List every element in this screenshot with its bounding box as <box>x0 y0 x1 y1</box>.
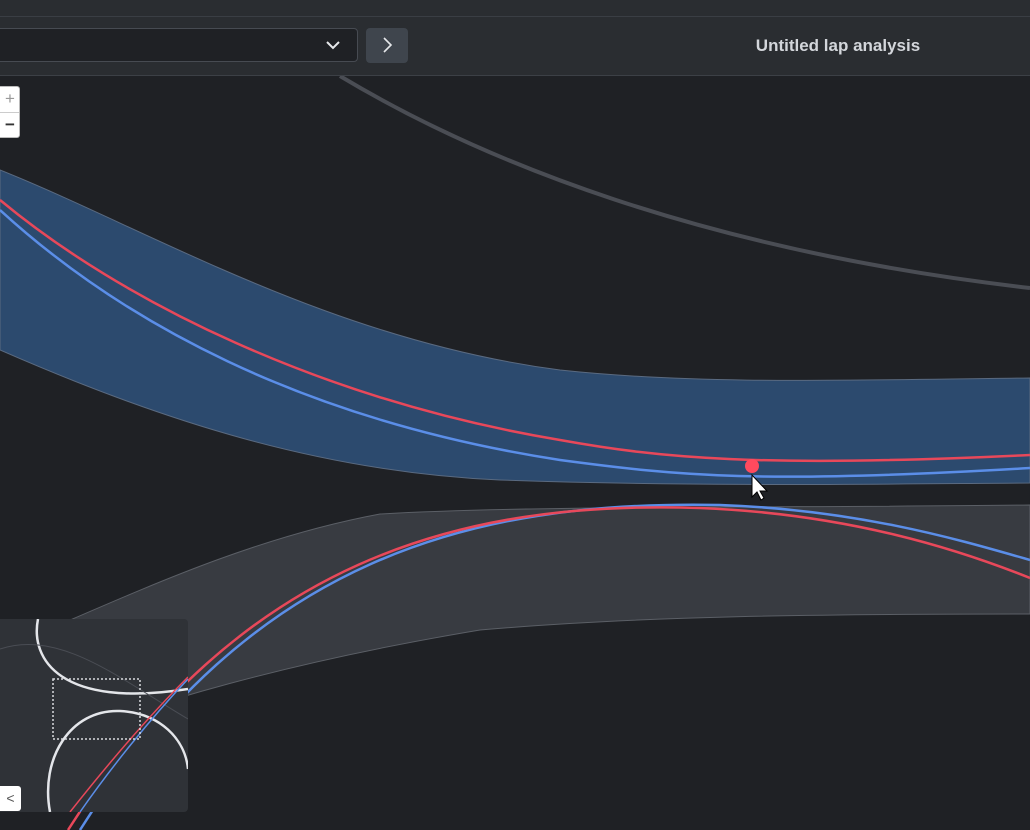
track-outline-far <box>338 76 1030 290</box>
zoom-out-button[interactable]: − <box>0 113 19 138</box>
zoom-control: + − <box>0 86 20 138</box>
chevron-right-icon <box>383 37 393 53</box>
minimap[interactable] <box>0 619 188 812</box>
track-segment-active <box>0 169 1030 485</box>
chevron-down-icon <box>326 41 340 50</box>
page-title: Untitled lap analysis <box>755 36 921 55</box>
minimap-canvas <box>0 619 188 812</box>
zoom-in-button[interactable]: + <box>0 87 19 113</box>
lap-select-dropdown[interactable] <box>0 28 358 62</box>
lap-position-marker[interactable] <box>745 459 759 473</box>
minimap-collapse-button[interactable]: < <box>0 786 21 811</box>
minimap-viewport[interactable] <box>52 678 141 740</box>
window-top-strip <box>0 0 1030 17</box>
toolbar: Untitled lap analysis <box>0 17 1030 76</box>
next-lap-button[interactable] <box>366 28 408 63</box>
